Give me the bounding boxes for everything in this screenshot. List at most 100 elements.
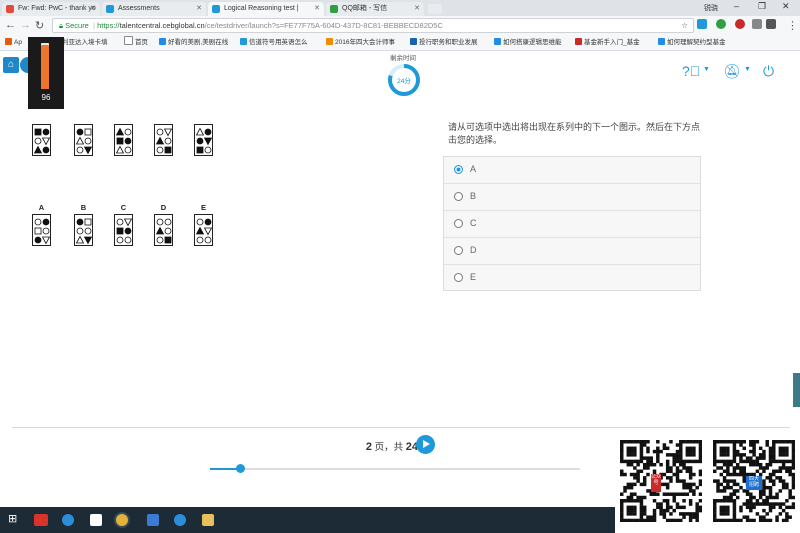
folder-icon[interactable] <box>202 514 214 526</box>
bookmark-item[interactable]: 利亚达入境卡填 <box>62 36 108 50</box>
qr-module <box>675 479 680 483</box>
qr-module <box>785 499 789 503</box>
close-icon[interactable]: ✕ <box>90 2 96 16</box>
qr-module <box>659 508 663 513</box>
qr-module <box>781 482 786 487</box>
glasses-icon[interactable] <box>766 19 776 29</box>
help-icon[interactable]: ?⃝ <box>682 63 700 79</box>
radio-button[interactable] <box>454 165 463 174</box>
qr-module <box>646 489 650 493</box>
url-host: talentcentral.cebglobal.cn <box>119 21 205 30</box>
exit-icon[interactable]: ⏻ <box>763 63 774 80</box>
qr-module <box>672 492 676 496</box>
qr-module <box>688 489 693 493</box>
qr-module <box>752 495 756 500</box>
qr-module <box>620 456 624 460</box>
qr-module <box>623 499 627 503</box>
radio-button[interactable] <box>454 219 463 228</box>
opera-icon[interactable] <box>735 19 745 29</box>
bookmark-item[interactable]: 信道符号用英语怎么 <box>240 36 308 50</box>
bookmark-star-icon[interactable]: ☆ <box>681 19 688 32</box>
extension-icon[interactable] <box>697 19 707 29</box>
bookmark-item[interactable]: 基金新手入门_基金 <box>575 36 640 50</box>
qr-module <box>665 462 670 467</box>
qr-module <box>745 515 750 519</box>
bookmark-item[interactable]: 2016年四大会计师事 <box>326 36 395 50</box>
app-icon[interactable] <box>147 514 159 526</box>
window-close-icon[interactable]: ✕ <box>782 1 790 12</box>
app-icon[interactable] <box>34 514 48 526</box>
url-input[interactable]: 🔒︎ Secure | https://talentcentral.cebglo… <box>52 18 694 33</box>
browser-tab-active[interactable]: Logical Reasoning test | ✕ <box>208 2 324 16</box>
volume-fill <box>41 44 49 89</box>
store-icon[interactable] <box>90 514 102 526</box>
qr-module <box>775 492 779 496</box>
qr-module <box>692 489 696 493</box>
radio-button[interactable] <box>454 192 463 201</box>
chevron-down-icon[interactable]: ▼ <box>744 66 751 73</box>
extension-icon[interactable] <box>716 19 726 29</box>
bookmark-item[interactable]: 首页 <box>124 36 148 50</box>
back-icon[interactable]: ← <box>5 19 16 31</box>
browser-tab[interactable]: QQ邮箱 - 写信 ✕ <box>326 2 424 16</box>
bookmark-item[interactable]: 投行职务和职业发展 <box>410 36 478 50</box>
bookmark-item[interactable]: 如何理解契约型基金 <box>658 36 726 50</box>
chevron-down-icon[interactable]: ▼ <box>703 66 710 73</box>
profile-name[interactable]: 锐骁 <box>704 3 718 13</box>
bookmark-icon <box>494 38 501 45</box>
chrome-icon[interactable] <box>116 514 128 526</box>
browser-tab[interactable]: Fw: Fwd: PwC - thank yo ✕ <box>2 2 100 16</box>
scrollbar[interactable] <box>793 373 800 407</box>
figure-shape <box>34 137 42 145</box>
qr-module <box>719 459 724 464</box>
option-b[interactable]: B <box>444 184 700 211</box>
qr-module <box>698 499 702 503</box>
qr-module <box>732 482 737 487</box>
option-d[interactable]: D <box>444 238 700 265</box>
qr-module <box>665 485 670 490</box>
extension-icon[interactable] <box>752 19 762 29</box>
option-a[interactable]: A <box>444 157 700 184</box>
menu-icon[interactable]: ⋮ <box>787 19 798 32</box>
option-c[interactable]: C <box>444 211 700 238</box>
qr-module <box>662 499 667 503</box>
minimize-icon[interactable]: – <box>734 1 739 11</box>
qr-module <box>639 459 644 464</box>
browser-tab[interactable]: Assessments ✕ <box>102 2 206 16</box>
close-icon[interactable]: ✕ <box>314 2 320 16</box>
qr-module <box>732 499 737 503</box>
figure-shape <box>42 128 50 136</box>
new-tab-button[interactable] <box>428 4 442 14</box>
qr-module <box>636 499 640 503</box>
mute-icon[interactable]: 🔕︎ <box>723 63 741 80</box>
qr-module <box>732 508 737 513</box>
forward-icon[interactable]: → <box>20 19 31 31</box>
option-e[interactable]: E <box>444 265 700 292</box>
qr-module <box>772 456 776 460</box>
qr-module <box>713 453 717 457</box>
question-text: 请从可选项中选出将出现在系列中的下一个图示。然后在下方点击您的选择。 <box>448 122 701 145</box>
next-button[interactable] <box>416 435 435 454</box>
qr-module <box>639 505 644 510</box>
qr-module <box>765 495 769 500</box>
reload-icon[interactable]: ↻ <box>35 19 44 32</box>
bookmark-item[interactable]: 如何搭康逻辑思维能 <box>494 36 562 50</box>
qr-module <box>685 446 690 451</box>
close-icon[interactable]: ✕ <box>196 2 202 16</box>
qr-module <box>682 505 686 510</box>
bookmark-item[interactable]: Ap <box>5 36 22 50</box>
radio-button[interactable] <box>454 273 463 282</box>
restore-icon[interactable]: ❐ <box>758 1 766 12</box>
radio-button[interactable] <box>454 246 463 255</box>
qr-module <box>620 469 624 473</box>
home-logo-icon[interactable]: ⌂ <box>3 57 19 73</box>
close-icon[interactable]: ✕ <box>414 2 420 16</box>
windows-start-icon[interactable]: ⊞ <box>8 512 20 525</box>
qr-module <box>722 469 727 473</box>
figure-shape <box>84 227 92 235</box>
qr-module <box>679 462 683 467</box>
app-icon[interactable] <box>174 514 186 526</box>
bookmark-item[interactable]: 好看的美剧,美剧在线 <box>159 36 228 50</box>
edge-icon[interactable] <box>62 514 74 526</box>
qr-module <box>698 443 702 447</box>
